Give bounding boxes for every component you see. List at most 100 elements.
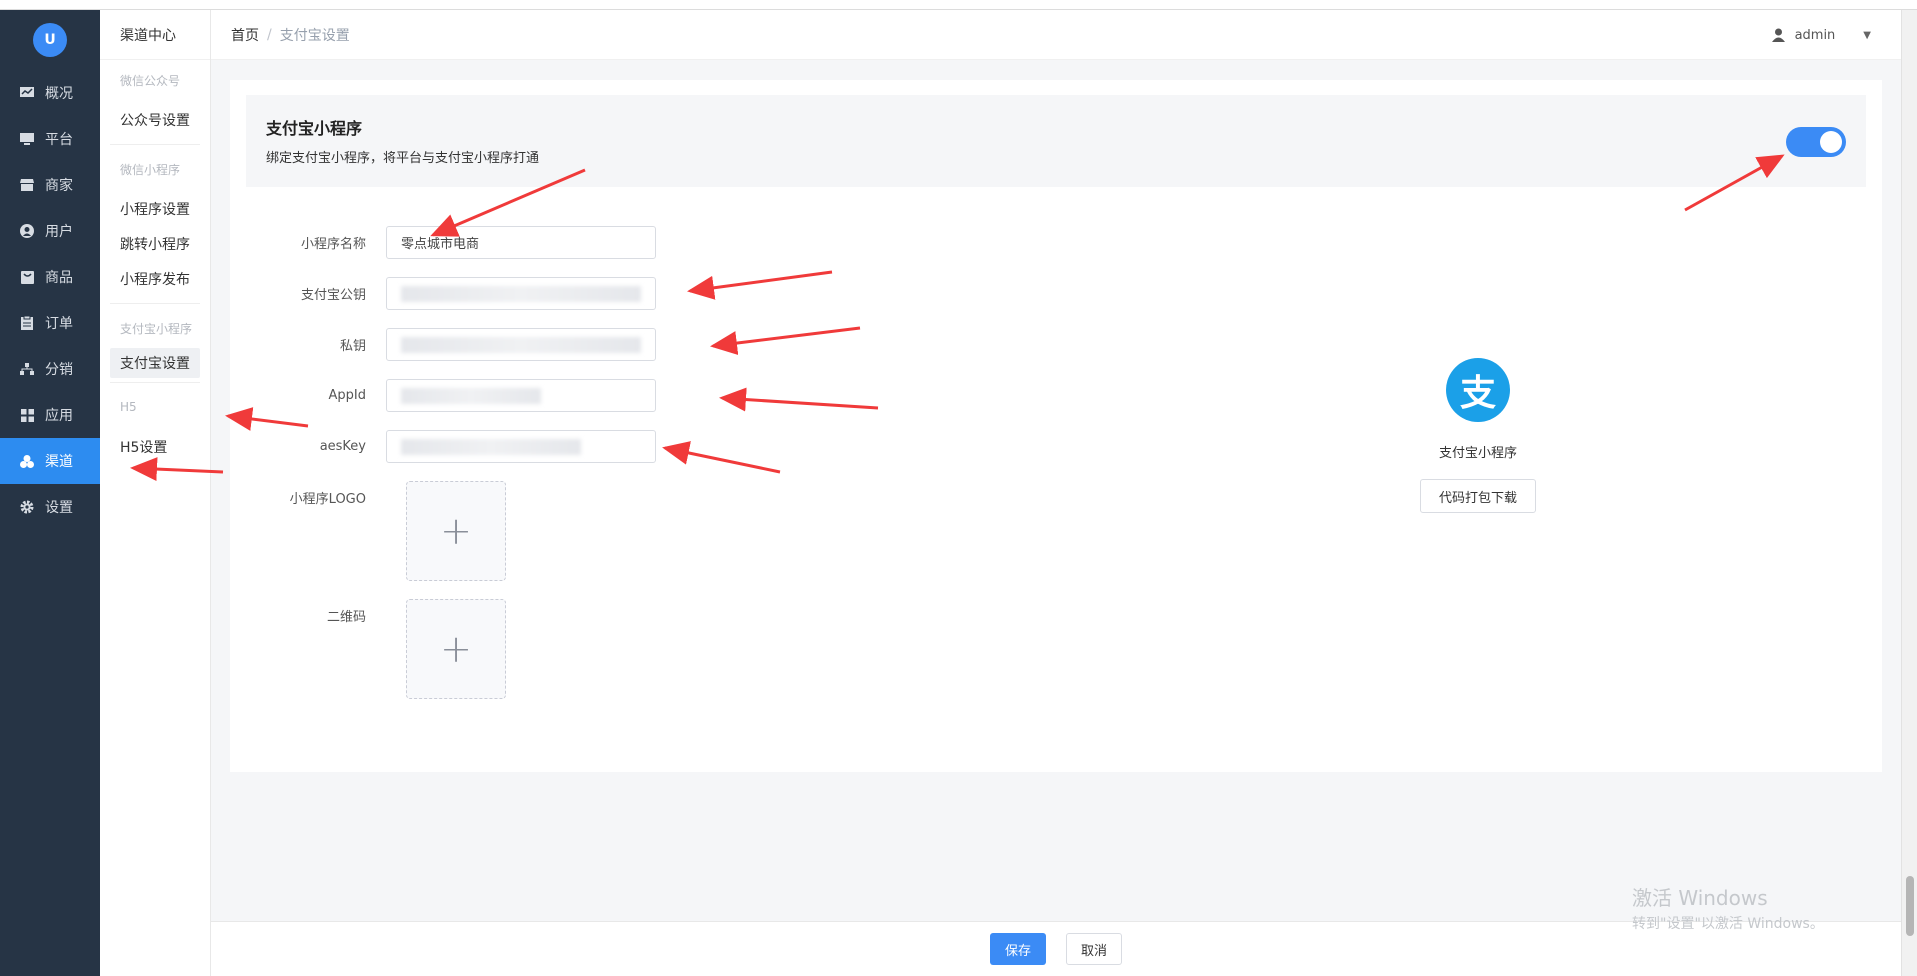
subnav-item-h5-settings[interactable]: H5设置 xyxy=(100,427,210,467)
channel-icon xyxy=(19,453,35,469)
alipay-mini-panel: 支 支付宝小程序 代码打包下载 xyxy=(1378,358,1578,513)
alipay-public-key-input[interactable] xyxy=(386,277,656,310)
nav-label: 商品 xyxy=(45,270,73,286)
network-icon xyxy=(19,361,35,377)
nav-label: 应用 xyxy=(45,408,73,424)
nav-item-apps[interactable]: 应用 xyxy=(0,392,100,438)
nav-item-user[interactable]: 用户 xyxy=(0,208,100,254)
top-header: 首页 / 支付宝设置 admin ▼ xyxy=(211,10,1901,60)
divider xyxy=(110,144,200,145)
windows-activation-watermark: 激活 Windows 转到"设置"以激活 Windows。 xyxy=(1632,882,1824,933)
alipay-enable-toggle[interactable] xyxy=(1786,127,1846,157)
plus-icon: + xyxy=(440,627,472,671)
alipay-mini-name: 支付宝小程序 xyxy=(1438,446,1517,461)
nav-item-platform[interactable]: 平台 xyxy=(0,116,100,162)
monitor-icon xyxy=(19,131,35,147)
subnav-item-jump-mini[interactable]: 跳转小程序 xyxy=(100,229,210,259)
nav-label: 商家 xyxy=(45,178,73,194)
gear-icon xyxy=(19,499,35,515)
subnav-group-alipay: 支付宝小程序 xyxy=(120,321,193,336)
breadcrumb-separator: / xyxy=(267,26,272,43)
nav-label: 渠道 xyxy=(45,454,73,470)
alipay-settings-card: 支付宝小程序 绑定支付宝小程序，将平台与支付宝小程序打通 小程序名称 零点城市电… xyxy=(230,80,1882,772)
nav-label: 分销 xyxy=(45,362,73,378)
nav-label: 用户 xyxy=(45,224,73,240)
subnav-group-h5: H5 xyxy=(120,400,137,414)
appid-input[interactable] xyxy=(386,379,656,412)
nav-label: 设置 xyxy=(45,500,73,516)
user-icon xyxy=(1771,28,1785,42)
caret-down-icon: ▼ xyxy=(1863,29,1871,41)
divider xyxy=(110,303,200,304)
banner-title: 支付宝小程序 xyxy=(266,119,363,138)
nav-item-overview[interactable]: 概况 xyxy=(0,70,100,116)
toggle-knob xyxy=(1820,131,1842,153)
watermark-line2: 转到"设置"以激活 Windows。 xyxy=(1632,916,1824,932)
subnav-item-official-settings[interactable]: 公众号设置 xyxy=(100,100,210,140)
browser-top-strip xyxy=(0,0,1917,10)
breadcrumb-home[interactable]: 首页 xyxy=(231,25,259,45)
qrcode-label: 二维码 xyxy=(326,610,366,625)
subnav-item-alipay-settings[interactable]: 支付宝设置 xyxy=(110,348,200,378)
form-row-privkey: 私钥 xyxy=(230,328,656,361)
aeskey-label: aesKey xyxy=(319,439,366,454)
cancel-button[interactable]: 取消 xyxy=(1066,933,1122,965)
redacted-value xyxy=(401,336,641,353)
chart-icon xyxy=(19,85,35,101)
subnav-item-mini-publish[interactable]: 小程序发布 xyxy=(100,259,210,299)
alipay-banner: 支付宝小程序 绑定支付宝小程序，将平台与支付宝小程序打通 xyxy=(246,95,1866,187)
plus-icon: + xyxy=(440,509,472,553)
mini-program-name-input[interactable]: 零点城市电商 xyxy=(386,226,656,259)
breadcrumb: 首页 / 支付宝设置 xyxy=(231,25,350,45)
redacted-value xyxy=(401,387,541,404)
subnav-title: 渠道中心 xyxy=(100,10,210,60)
nav-item-merchant[interactable]: 商家 xyxy=(0,162,100,208)
nav-item-goods[interactable]: 商品 xyxy=(0,254,100,300)
channel-subnav: 渠道中心 微信公众号 公众号设置 微信小程序 小程序设置 跳转小程序 小程序发布… xyxy=(100,10,211,976)
form-row-pubkey: 支付宝公钥 xyxy=(230,277,656,310)
nav-label: 概况 xyxy=(45,86,73,102)
user-name: admin xyxy=(1794,27,1836,43)
apps-icon xyxy=(19,407,35,423)
name-label: 小程序名称 xyxy=(300,237,366,252)
form-row-appid: AppId xyxy=(230,379,656,412)
subnav-item-mini-settings[interactable]: 小程序设置 xyxy=(100,189,210,229)
nav-item-settings[interactable]: 设置 xyxy=(0,484,100,530)
watermark-line1: 激活 Windows xyxy=(1632,886,1768,910)
banner-description: 绑定支付宝小程序，将平台与支付宝小程序打通 xyxy=(266,151,540,166)
code-download-button[interactable]: 代码打包下载 xyxy=(1420,479,1536,513)
app-logo[interactable]: U xyxy=(0,10,100,70)
logo-icon: U xyxy=(33,23,67,57)
pubkey-label: 支付宝公钥 xyxy=(300,288,366,303)
nav-item-order[interactable]: 订单 xyxy=(0,300,100,346)
qrcode-upload[interactable]: + xyxy=(406,599,506,699)
nav-label: 订单 xyxy=(45,316,73,332)
scrollbar-thumb[interactable] xyxy=(1906,876,1914,936)
user-menu[interactable]: admin ▼ xyxy=(1771,10,1871,60)
subnav-group-wechat-official: 微信公众号 xyxy=(120,73,181,88)
redacted-value xyxy=(401,285,641,302)
order-icon xyxy=(19,315,35,331)
form-row-name: 小程序名称 零点城市电商 xyxy=(230,226,656,259)
nav-item-distribution[interactable]: 分销 xyxy=(0,346,100,392)
goods-icon xyxy=(19,269,35,285)
save-button[interactable]: 保存 xyxy=(990,933,1046,965)
alipay-logo-icon: 支 xyxy=(1446,358,1510,422)
divider xyxy=(110,382,200,383)
store-icon xyxy=(19,177,35,193)
nav-label: 平台 xyxy=(45,132,73,148)
nav-item-channel[interactable]: 渠道 xyxy=(0,438,100,484)
name-value: 零点城市电商 xyxy=(401,237,480,252)
breadcrumb-current: 支付宝设置 xyxy=(279,27,350,44)
logo-upload[interactable]: + xyxy=(406,481,506,581)
page-scrollbar[interactable] xyxy=(1901,10,1917,976)
appid-label: AppId xyxy=(328,388,366,403)
redacted-value xyxy=(401,438,581,455)
form-row-aeskey: aesKey xyxy=(230,430,656,463)
logo-label: 小程序LOGO xyxy=(289,492,366,507)
private-key-input[interactable] xyxy=(386,328,656,361)
subnav-group-wechat-mini: 微信小程序 xyxy=(120,162,181,177)
privkey-label: 私钥 xyxy=(339,339,366,354)
aeskey-input[interactable] xyxy=(386,430,656,463)
user-icon xyxy=(19,223,35,239)
